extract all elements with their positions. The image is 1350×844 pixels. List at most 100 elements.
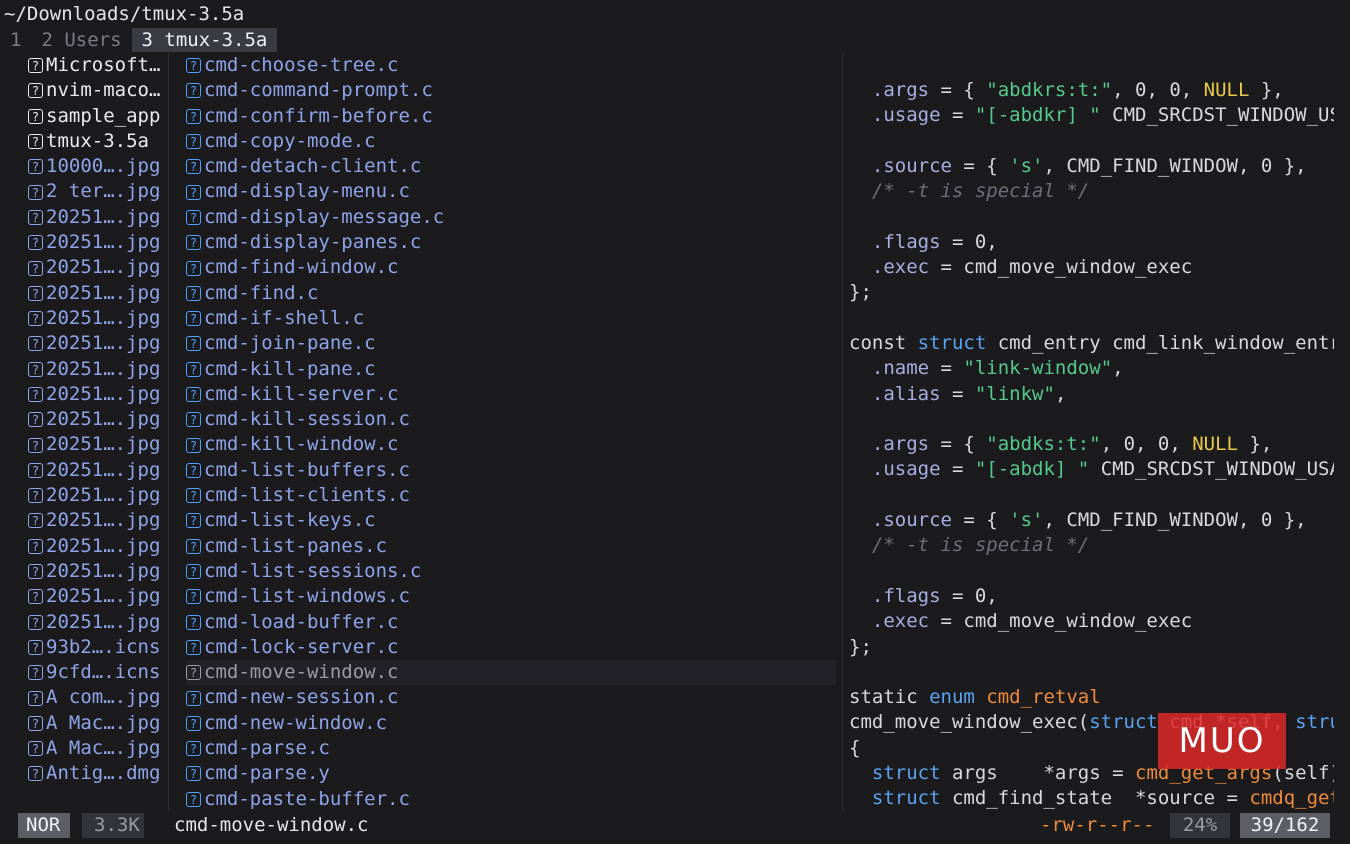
file-item[interactable]: ? A com….jpg — [28, 685, 168, 710]
code-token: .name — [871, 357, 930, 380]
file-item[interactable]: ? cmd-list-keys.c — [186, 508, 836, 533]
file-item[interactable]: ? cmd-new-window.c — [186, 711, 836, 736]
code-line: .usage = "[-abdk] " CMD_SRCDST_WINDOW_US… — [849, 457, 1334, 482]
file-item[interactable]: ? 20251….jpg — [28, 584, 168, 609]
file-item[interactable]: ? 93b2….icns — [28, 635, 168, 660]
file-item[interactable]: ? 20251….jpg — [28, 610, 168, 635]
directory-item[interactable]: ? tmux-3.5a — [28, 129, 168, 154]
unknown-filetype-icon: ? — [186, 791, 201, 807]
unknown-filetype-icon: ? — [28, 184, 43, 200]
preview-divider — [842, 53, 843, 811]
file-item[interactable]: ? 20251….jpg — [28, 255, 168, 280]
file-item[interactable]: ? cmd-find-window.c — [186, 255, 836, 280]
directory-item[interactable]: ? nvim-maco… — [28, 78, 168, 103]
current-directory-list[interactable]: ? cmd-choose-tree.c? cmd-command-prompt.c?… — [186, 53, 836, 812]
file-item[interactable]: ? cmd-lock-server.c — [186, 635, 836, 660]
file-item[interactable]: ? cmd-display-menu.c — [186, 179, 836, 204]
file-name: cmd-display-message.c — [204, 205, 445, 228]
file-item[interactable]: ? 20251….jpg — [28, 407, 168, 432]
file-item[interactable]: ? cmd-list-buffers.c — [186, 458, 836, 483]
code-token: static — [849, 686, 930, 709]
file-item[interactable]: ? 20251….jpg — [28, 281, 168, 306]
code-token: NULL — [1203, 79, 1250, 101]
file-item[interactable]: ? cmd-kill-pane.c — [186, 357, 836, 382]
file-preview[interactable]: .args = { "abdkrs:t:", 0, 0, NULL }, .us… — [849, 78, 1334, 812]
item-name: 20251….jpg — [46, 585, 161, 608]
file-item[interactable]: ? cmd-kill-session.c — [186, 407, 836, 432]
file-name: cmd-list-keys.c — [204, 509, 376, 532]
file-item[interactable]: ? 10000….jpg — [28, 154, 168, 179]
file-item[interactable]: ? cmd-new-session.c — [186, 685, 836, 710]
file-item[interactable]: ? 20251….jpg — [28, 230, 168, 255]
code-token: .source — [871, 154, 952, 177]
file-item[interactable]: ? cmd-list-sessions.c — [186, 559, 836, 584]
file-item[interactable]: ? 20251….jpg — [28, 559, 168, 584]
file-item[interactable]: ? cmd-kill-window.c — [186, 432, 836, 457]
file-item[interactable]: ? cmd-find.c — [186, 281, 836, 306]
file-name: cmd-parse.y — [204, 762, 330, 785]
directory-item[interactable]: ? Microsoft… — [28, 53, 168, 78]
file-item[interactable]: ? 20251….jpg — [28, 508, 168, 533]
parent-directory-list[interactable]: ? Microsoft…? nvim-maco…? sample_app? tmux-3… — [28, 53, 168, 787]
file-item[interactable]: ? 20251….jpg — [28, 382, 168, 407]
item-name: 20251….jpg — [46, 610, 161, 633]
code-token: const — [849, 331, 918, 354]
file-item[interactable]: ? cmd-command-prompt.c — [186, 78, 836, 103]
code-token: /* -t is special */ — [871, 180, 1090, 203]
file-item[interactable]: ? cmd-paste-buffer.c — [186, 787, 836, 812]
unknown-filetype-icon: ? — [186, 83, 201, 99]
file-item[interactable]: ? cmd-join-pane.c — [186, 331, 836, 356]
file-name: cmd-choose-tree.c — [204, 54, 399, 76]
item-name: Microsoft… — [46, 54, 161, 76]
file-item[interactable]: ? 20251….jpg — [28, 483, 168, 508]
file-item[interactable]: ? cmd-parse.y — [186, 761, 836, 786]
selected-file-item[interactable]: ? cmd-move-window.c — [186, 660, 836, 686]
file-item[interactable]: ? A Mac….jpg — [28, 736, 168, 761]
unknown-filetype-icon: ? — [28, 665, 43, 681]
code-line: .exec = cmd_move_window_exec — [849, 255, 1334, 280]
tab-1[interactable]: 1 — [0, 28, 31, 52]
file-name: cmd-move-window.c — [204, 661, 399, 684]
file-item[interactable]: ? cmd-list-windows.c — [186, 584, 836, 609]
file-item[interactable]: ? 9cfd….icns — [28, 660, 168, 685]
code-line: /* -t is special */ — [849, 179, 1334, 204]
file-item[interactable]: ? 2 ter….jpg — [28, 179, 168, 204]
unknown-filetype-icon: ? — [28, 614, 43, 630]
file-name: cmd-lock-server.c — [204, 635, 399, 658]
window-title: ~/Downloads/tmux-3.5a — [4, 3, 245, 25]
file-item[interactable]: ? 20251….jpg — [28, 205, 168, 230]
file-item[interactable]: ? cmd-confirm-before.c — [186, 104, 836, 129]
file-item[interactable]: ? 20251….jpg — [28, 357, 168, 382]
unknown-filetype-icon: ? — [186, 741, 201, 757]
file-item[interactable]: ? cmd-detach-client.c — [186, 154, 836, 179]
file-item[interactable]: ? cmd-list-panes.c — [186, 534, 836, 559]
file-item[interactable]: ? cmd-choose-tree.c — [186, 53, 836, 78]
unknown-filetype-icon: ? — [186, 58, 201, 74]
unknown-filetype-icon: ? — [186, 412, 201, 428]
tab-2[interactable]: 2 Users — [31, 28, 131, 52]
file-item[interactable]: ? Antig….dmg — [28, 761, 168, 786]
item-name: tmux-3.5a — [46, 129, 149, 152]
file-item[interactable]: ? 20251….jpg — [28, 534, 168, 559]
file-item[interactable]: ? cmd-kill-server.c — [186, 382, 836, 407]
file-item[interactable]: ? cmd-parse.c — [186, 736, 836, 761]
file-item[interactable]: ? 20251….jpg — [28, 331, 168, 356]
file-item[interactable]: ? cmd-list-clients.c — [186, 483, 836, 508]
file-item[interactable]: ? cmd-load-buffer.c — [186, 610, 836, 635]
file-item[interactable]: ? 20251….jpg — [28, 458, 168, 483]
file-item[interactable]: ? 20251….jpg — [28, 432, 168, 457]
unknown-filetype-icon: ? — [28, 538, 43, 554]
file-item[interactable]: ? A Mac….jpg — [28, 711, 168, 736]
unknown-filetype-icon: ? — [28, 639, 43, 655]
file-item[interactable]: ? cmd-copy-mode.c — [186, 129, 836, 154]
file-item[interactable]: ? cmd-display-message.c — [186, 205, 836, 230]
directory-item[interactable]: ? sample_app — [28, 104, 168, 129]
file-item[interactable]: ? cmd-display-panes.c — [186, 230, 836, 255]
tab-3[interactable]: 3 tmux-3.5a — [131, 28, 278, 52]
file-item[interactable]: ? cmd-if-shell.c — [186, 306, 836, 331]
file-item[interactable]: ? 20251….jpg — [28, 306, 168, 331]
